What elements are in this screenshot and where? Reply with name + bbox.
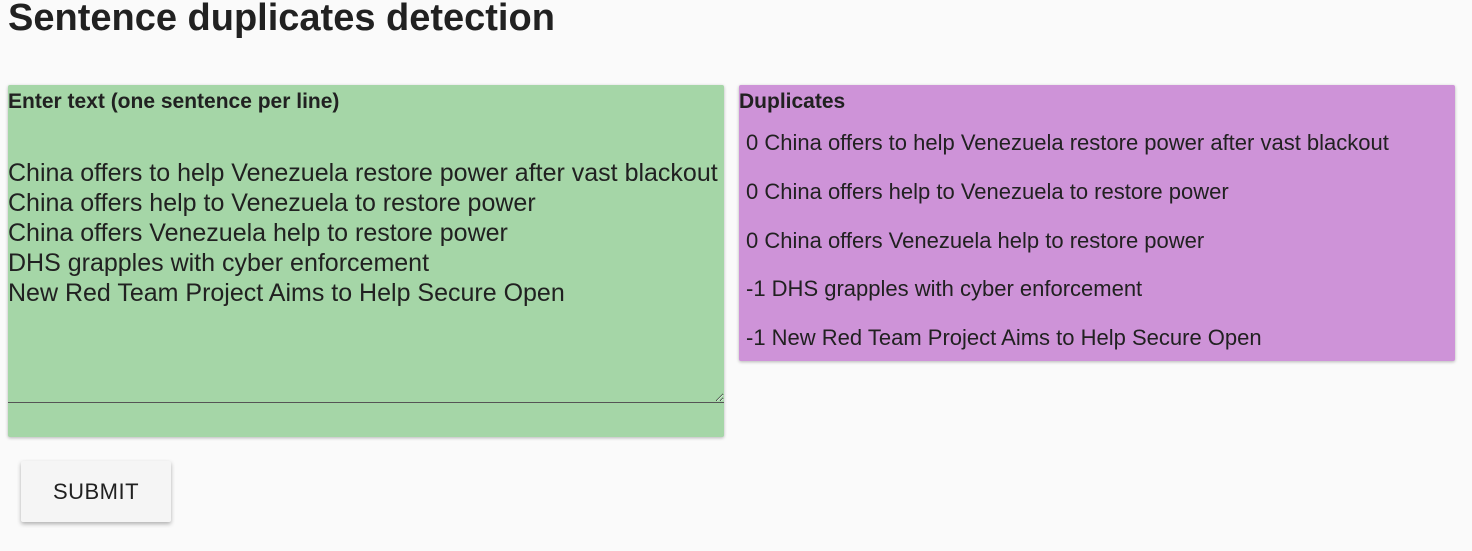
submit-button[interactable]: SUBMIT (21, 461, 171, 522)
duplicate-item: 0 China offers help to Venezuela to rest… (746, 178, 1229, 204)
duplicate-item: 0 China offers to help Venezuela restore… (746, 130, 1389, 155)
duplicates-panel: Duplicates 0 China offers to help Venezu… (739, 85, 1455, 361)
sentences-textarea[interactable]: China offers to help Venezuela restore p… (8, 125, 724, 403)
duplicates-label: Duplicates (739, 90, 846, 113)
duplicates-list: 0 China offers to help Venezuela restore… (746, 127, 1389, 371)
duplicate-item: -1 New Red Team Project Aims to Help Sec… (746, 325, 1262, 351)
duplicate-item: -1 DHS grapples with cyber enforcement (746, 276, 1143, 302)
duplicate-item: 0 China offers Venezuela help to restore… (746, 227, 1205, 253)
input-panel: Enter text (one sentence per line) China… (8, 85, 724, 437)
page-title: Sentence duplicates detection (8, 0, 555, 39)
input-label: Enter text (one sentence per line) (8, 90, 340, 113)
